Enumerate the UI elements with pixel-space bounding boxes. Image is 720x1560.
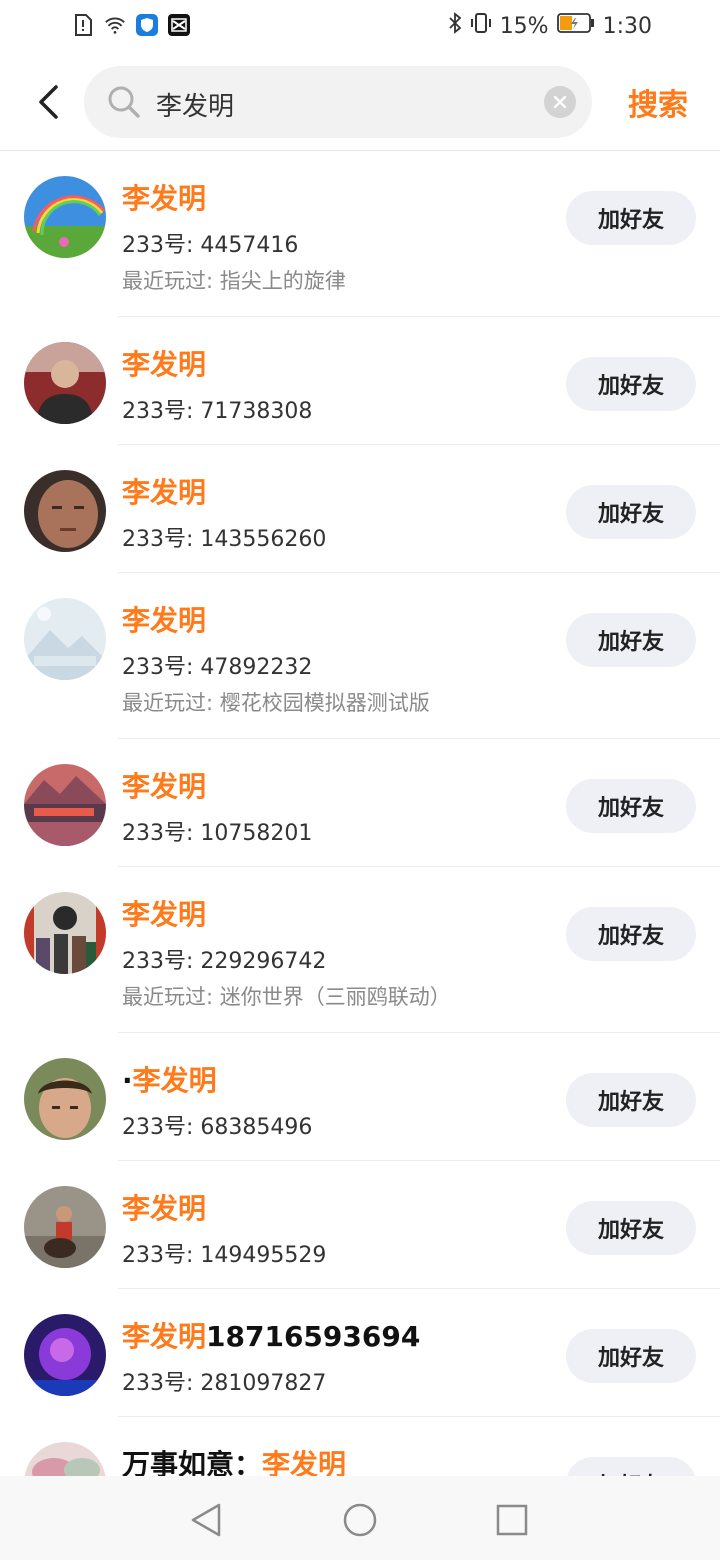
nav-recents-button[interactable] — [492, 1500, 532, 1540]
square-recents-icon — [496, 1504, 528, 1536]
user-name: 李发明 — [122, 182, 207, 215]
circle-home-icon — [343, 1503, 377, 1537]
user-name: 万事如意：李发明 — [122, 1448, 347, 1476]
recently-played: 最近玩过: 迷你世界（三丽鸥联动） — [122, 985, 451, 1009]
avatar[interactable] — [24, 1186, 106, 1268]
avatar[interactable] — [24, 892, 106, 974]
search-icon — [106, 84, 142, 120]
search-results-list[interactable]: 李发明 233号: 4457416 最近玩过: 指尖上的旋律 加好友 李发明 2… — [0, 151, 720, 1476]
nav-home-button[interactable] — [340, 1500, 380, 1540]
avatar[interactable] — [24, 470, 106, 552]
image-placeholder-icon — [24, 598, 106, 680]
back-button[interactable] — [28, 80, 68, 124]
user-id: 233号: 143556260 — [122, 527, 327, 552]
triangle-back-icon — [191, 1503, 221, 1537]
user-id: 233号: 4457416 — [122, 233, 299, 258]
search-input[interactable]: 李发明 — [84, 66, 592, 138]
bluetooth-icon — [448, 12, 462, 40]
status-bar: 15% 1:30 — [0, 0, 720, 56]
list-item[interactable]: 李发明 233号: 149495529 加好友 — [0, 1161, 720, 1289]
user-id: 233号: 47892232 — [122, 655, 313, 680]
add-friend-button[interactable]: 加好友 — [566, 1457, 696, 1476]
battery-percent: 15% — [499, 13, 549, 39]
user-id: 233号: 68385496 — [122, 1115, 313, 1140]
avatar[interactable] — [24, 176, 106, 258]
user-id: 233号: 149495529 — [122, 1243, 327, 1268]
add-friend-button[interactable]: 加好友 — [566, 1329, 696, 1383]
clear-search-button[interactable] — [544, 86, 576, 118]
capcut-app-icon — [168, 14, 190, 36]
avatar[interactable] — [24, 1442, 106, 1476]
close-icon — [553, 95, 567, 109]
status-left-icons — [72, 14, 190, 36]
shield-app-icon — [136, 14, 158, 36]
avatar[interactable] — [24, 342, 106, 424]
user-id: 233号: 229296742 — [122, 949, 327, 974]
list-item[interactable]: 李发明 233号: 229296742 最近玩过: 迷你世界（三丽鸥联动） 加好… — [0, 867, 720, 1033]
list-item[interactable]: 李发明 233号: 4457416 最近玩过: 指尖上的旋律 加好友 — [0, 151, 720, 317]
add-friend-button[interactable]: 加好友 — [566, 779, 696, 833]
list-item[interactable]: 李发明 233号: 10758201 加好友 — [0, 739, 720, 867]
search-header: 李发明 搜索 — [0, 60, 720, 148]
add-friend-button[interactable]: 加好友 — [566, 1201, 696, 1255]
list-item[interactable]: 李发明 233号: 143556260 加好友 — [0, 445, 720, 573]
user-name: 李发明 — [122, 348, 207, 381]
add-friend-button[interactable]: 加好友 — [566, 1073, 696, 1127]
add-friend-button[interactable]: 加好友 — [566, 485, 696, 539]
wifi-icon — [104, 14, 126, 36]
vibrate-icon — [470, 12, 492, 40]
list-item[interactable]: 万事如意：李发明 加好友 — [0, 1417, 720, 1476]
search-query: 李发明 — [156, 92, 235, 122]
avatar[interactable] — [24, 598, 106, 680]
avatar[interactable] — [24, 764, 106, 846]
system-nav-bar — [0, 1476, 720, 1560]
user-id: 233号: 10758201 — [122, 821, 313, 846]
user-name: 李发明 — [122, 604, 207, 637]
user-name: 李发明 — [122, 476, 207, 509]
nav-back-button[interactable] — [186, 1500, 226, 1540]
user-id: 233号: 281097827 — [122, 1371, 327, 1396]
sim-alert-icon — [72, 14, 94, 36]
clock: 1:30 — [602, 13, 652, 39]
recently-played: 最近玩过: 樱花校园模拟器测试版 — [122, 691, 430, 715]
list-item[interactable]: 李发明 233号: 47892232 最近玩过: 樱花校园模拟器测试版 加好友 — [0, 573, 720, 739]
recently-played: 最近玩过: 指尖上的旋律 — [122, 269, 346, 293]
add-friend-button[interactable]: 加好友 — [566, 357, 696, 411]
user-name: ·李发明 — [122, 1064, 217, 1097]
user-name: 李发明18716593694 — [122, 1320, 421, 1353]
status-right: 15% 1:30 — [448, 12, 652, 40]
list-item[interactable]: 李发明 233号: 71738308 加好友 — [0, 317, 720, 445]
list-item[interactable]: ·李发明 233号: 68385496 加好友 — [0, 1033, 720, 1161]
battery-icon — [556, 13, 595, 39]
avatar[interactable] — [24, 1314, 106, 1396]
user-name: 李发明 — [122, 770, 207, 803]
add-friend-button[interactable]: 加好友 — [566, 907, 696, 961]
user-name: 李发明 — [122, 1192, 207, 1225]
add-friend-button[interactable]: 加好友 — [566, 613, 696, 667]
avatar[interactable] — [24, 1058, 106, 1140]
user-id: 233号: 71738308 — [122, 399, 313, 424]
chevron-left-icon — [39, 85, 58, 119]
list-item[interactable]: 李发明18716593694 233号: 281097827 加好友 — [0, 1289, 720, 1417]
search-button[interactable]: 搜索 — [628, 80, 688, 124]
user-name: 李发明 — [122, 898, 207, 931]
add-friend-button[interactable]: 加好友 — [566, 191, 696, 245]
